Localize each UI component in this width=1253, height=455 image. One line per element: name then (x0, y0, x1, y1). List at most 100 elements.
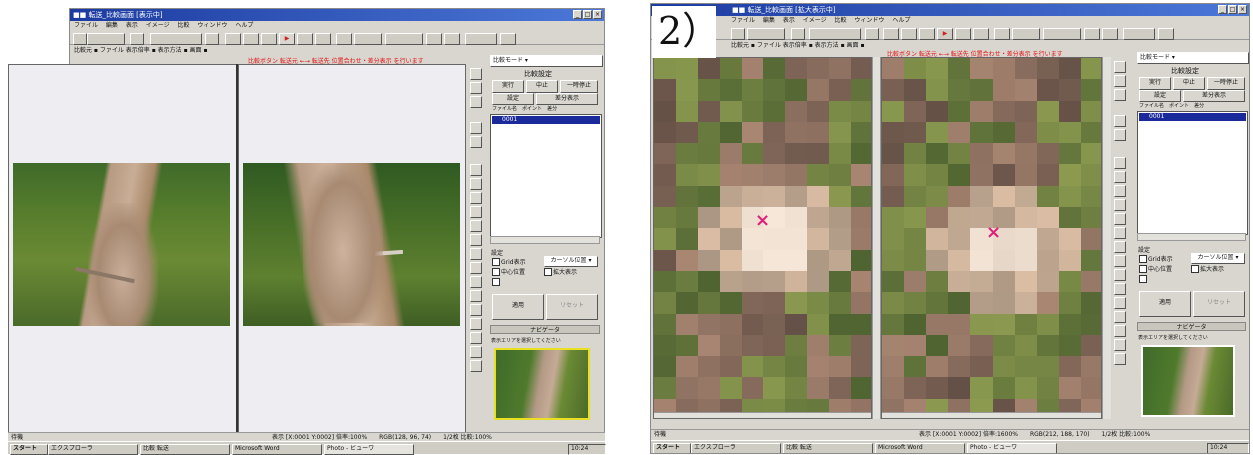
left-source-image-pane[interactable] (8, 64, 238, 434)
left-side-button[interactable] (470, 304, 482, 316)
left-run-button[interactable]: 実行 (492, 80, 524, 93)
left-toolbar-button[interactable] (297, 33, 313, 45)
left-close-button[interactable]: × (593, 10, 602, 19)
right-run-button[interactable]: 実行 (1139, 77, 1171, 90)
left-side-button[interactable] (470, 192, 482, 204)
left-toolbar-button[interactable] (261, 33, 277, 45)
right-toolbar-button[interactable] (731, 28, 745, 40)
right-mode-dropdown[interactable]: 比較モード ▾ (1137, 52, 1249, 64)
left-minimize-button[interactable]: _ (573, 10, 582, 19)
left-toolbar-button[interactable] (315, 33, 331, 45)
right-toolbar-button[interactable] (747, 28, 785, 40)
right-apply-button[interactable]: 適用 (1139, 291, 1191, 317)
right-vertical-scrollbar[interactable] (1102, 57, 1111, 419)
right-list-hscroll[interactable] (1137, 233, 1246, 241)
right-side-button[interactable] (1114, 339, 1126, 351)
left-menu-bar[interactable]: ファイル 編集 表示 イメージ 比較 ウィンドウ ヘルプ (70, 21, 604, 31)
left-toolbar-button[interactable] (150, 33, 202, 45)
left-side-button[interactable] (470, 96, 482, 108)
left-side-button[interactable] (470, 68, 482, 80)
left-toolbar-button[interactable] (465, 33, 497, 45)
right-toolbar-button[interactable] (901, 28, 917, 40)
right-target-zoom-pane[interactable]: × (881, 57, 1102, 419)
right-cursor-dropdown[interactable]: カーソル位置 ▾ (1191, 253, 1245, 264)
right-minimize-button[interactable]: _ (1218, 5, 1227, 14)
right-side-button[interactable] (1114, 129, 1126, 141)
left-toolbar-button[interactable] (73, 33, 87, 45)
left-side-button[interactable] (470, 360, 482, 372)
right-start-button[interactable]: スタート (653, 443, 691, 453)
right-menu-bar[interactable]: ファイル 編集 表示 イメージ 比較 ウィンドウ ヘルプ (651, 16, 1249, 26)
left-maximize-button[interactable]: □ (583, 10, 592, 19)
right-reset-button[interactable]: リセット (1193, 291, 1245, 317)
right-toolbar-button[interactable] (994, 28, 1010, 40)
left-side-button[interactable] (470, 206, 482, 218)
right-side-button[interactable] (1114, 325, 1126, 337)
right-selected-file[interactable]: 0001 (1139, 113, 1246, 121)
right-toolbar-button[interactable] (865, 28, 879, 40)
right-navigator-thumbnail[interactable] (1141, 345, 1235, 417)
left-side-button[interactable] (470, 318, 482, 330)
right-source-zoom-pane[interactable]: × (653, 57, 872, 419)
left-side-button[interactable] (470, 82, 482, 94)
left-side-button[interactable] (470, 234, 482, 246)
right-toolbar-button[interactable] (955, 28, 971, 40)
right-toolbar-button[interactable] (1084, 28, 1100, 40)
right-grid-checkbox[interactable] (1139, 255, 1147, 263)
right-task-photo[interactable]: Photo - ビューワ (967, 443, 1057, 453)
left-flag-icon[interactable]: ▶ (279, 33, 295, 45)
left-side-button[interactable] (470, 248, 482, 260)
right-side-button[interactable] (1114, 75, 1126, 87)
right-close-button[interactable]: × (1238, 5, 1247, 14)
left-toolbar-button[interactable] (87, 33, 125, 45)
left-toolbar-button[interactable] (336, 33, 352, 45)
left-center-checkbox[interactable] (492, 268, 500, 276)
right-side-button[interactable] (1114, 269, 1126, 281)
right-toolbar-button[interactable] (791, 28, 805, 40)
left-navigator-thumbnail[interactable] (494, 348, 590, 420)
right-settings-button[interactable]: 設定 (1139, 90, 1181, 102)
right-side-button[interactable] (1114, 283, 1126, 295)
left-side-button[interactable] (470, 332, 482, 344)
left-side-button[interactable] (470, 346, 482, 358)
right-toolbar-button[interactable] (973, 28, 989, 40)
right-pause-button[interactable]: 一時停止 (1207, 77, 1245, 90)
left-selected-file[interactable]: 0001 (492, 116, 600, 124)
left-target-image-pane[interactable] (238, 64, 466, 434)
left-side-button[interactable] (470, 178, 482, 190)
right-side-button[interactable] (1114, 157, 1126, 169)
right-side-button[interactable] (1114, 213, 1126, 225)
right-task-explorer[interactable]: エクスプローラ (691, 443, 781, 453)
left-stop-button[interactable]: 中止 (526, 80, 558, 93)
right-side-button[interactable] (1114, 227, 1126, 239)
right-side-button[interactable] (1114, 255, 1126, 267)
left-mode-dropdown[interactable]: 比較モード ▾ (490, 55, 603, 67)
left-toolbar-button[interactable] (385, 33, 423, 45)
left-settings-button[interactable]: 設定 (492, 93, 534, 105)
left-task-explorer[interactable]: エクスプローラ (48, 444, 138, 455)
right-source-hscroll[interactable] (654, 412, 871, 418)
right-side-button[interactable] (1114, 353, 1126, 365)
right-toolbar-button[interactable] (1012, 28, 1040, 40)
left-side-button[interactable] (470, 136, 482, 148)
right-toolbar-button[interactable] (1158, 28, 1174, 40)
right-side-button[interactable] (1114, 61, 1126, 73)
left-side-button[interactable] (470, 164, 482, 176)
right-diff-button[interactable]: 差分表示 (1183, 90, 1245, 102)
left-task-photo[interactable]: Photo - ビューワ (324, 444, 414, 455)
left-extra-checkbox[interactable] (492, 278, 500, 286)
left-side-button[interactable] (470, 262, 482, 274)
left-side-button[interactable] (470, 290, 482, 302)
left-list-hscroll[interactable] (490, 236, 600, 244)
left-toolbar-button[interactable] (444, 33, 460, 45)
right-task-compare[interactable]: 比較 転送 (783, 443, 873, 453)
right-extra-checkbox[interactable] (1139, 275, 1147, 283)
left-task-compare[interactable]: 比較 転送 (140, 444, 230, 455)
right-side-button[interactable] (1114, 89, 1126, 101)
right-toolbar-button[interactable] (809, 28, 861, 40)
right-zoom-checkbox[interactable] (1191, 265, 1199, 273)
left-apply-button[interactable]: 適用 (492, 294, 544, 320)
left-toolbar-button[interactable] (225, 33, 241, 45)
left-toolbar-button[interactable] (205, 33, 219, 45)
left-side-button[interactable] (470, 122, 482, 134)
